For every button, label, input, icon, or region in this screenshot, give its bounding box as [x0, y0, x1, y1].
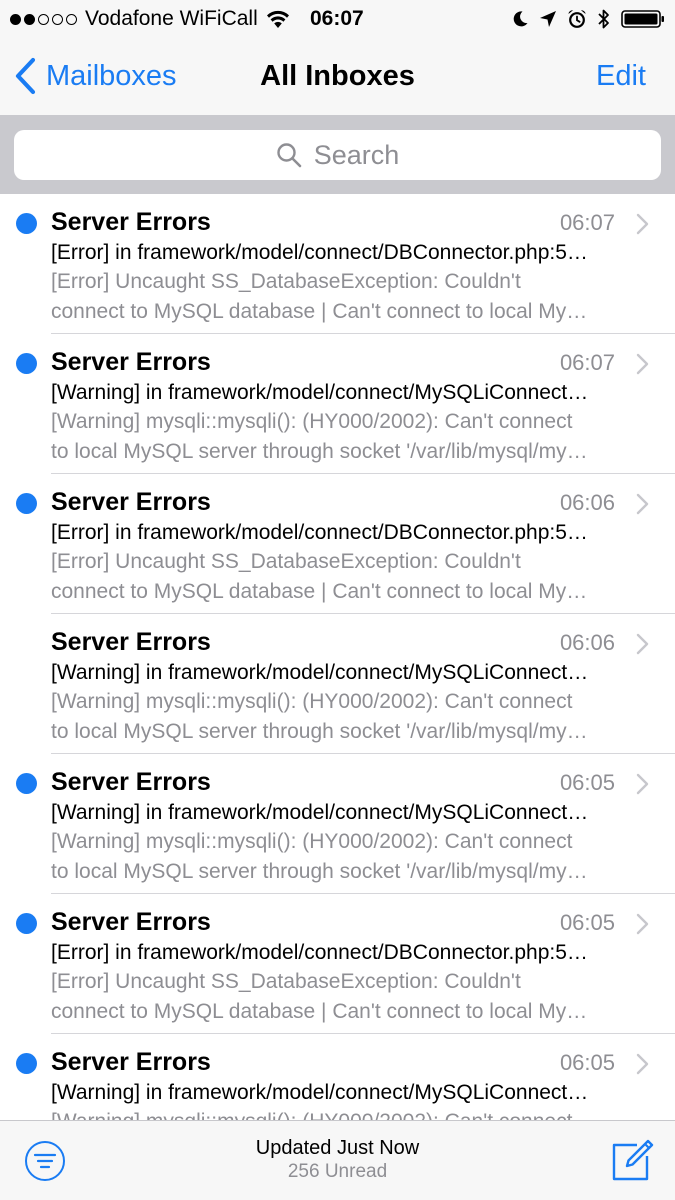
message-preview: [Warning] mysqli::mysqli(): (HY000/2002)… — [51, 407, 641, 467]
message-subject: [Error] in framework/model/connect/DBCon… — [51, 521, 588, 544]
message-time: 06:05 — [559, 770, 615, 795]
back-button-label: Mailboxes — [46, 59, 177, 92]
status-bar-left: Vodafone WiFiCall — [10, 5, 308, 33]
message-time: 06:07 — [559, 210, 615, 235]
message-time: 06:07 — [559, 350, 615, 375]
chevron-right-icon — [636, 213, 649, 235]
message-time: 06:05 — [559, 1050, 615, 1075]
message-preview: [Warning] mysqli::mysqli(): (HY000/2002)… — [51, 1107, 641, 1120]
search-input[interactable]: Search — [14, 130, 661, 180]
message-sender: Server Errors — [51, 908, 211, 936]
bottom-toolbar: Updated Just Now 256 Unread — [0, 1120, 675, 1200]
unread-dot-icon — [16, 493, 37, 514]
message-row[interactable]: Server Errors 06:06 [Error] in framework… — [0, 474, 675, 614]
message-sender: Server Errors — [51, 488, 211, 516]
message-preview: [Error] Uncaught SS_DatabaseException: C… — [51, 547, 641, 607]
mailbox-status: Updated Just Now 256 Unread — [0, 1136, 675, 1184]
unread-dot-icon — [16, 913, 37, 934]
updated-status: Updated Just Now — [255, 1137, 420, 1159]
message-sender: Server Errors — [51, 208, 211, 236]
message-preview-line: connect to MySQL database | Can't connec… — [51, 579, 588, 603]
chevron-right-icon — [636, 773, 649, 795]
message-preview-line: to local MySQL server through socket '/v… — [51, 719, 588, 743]
alarm-icon — [568, 10, 586, 28]
location-arrow-icon — [540, 11, 556, 27]
message-preview-line: [Error] Uncaught SS_DatabaseException: C… — [51, 270, 521, 293]
message-row[interactable]: Server Errors 06:07 [Warning] in framewo… — [0, 334, 675, 474]
message-preview-line: connect to MySQL database | Can't connec… — [51, 299, 588, 323]
chevron-left-icon — [15, 57, 36, 95]
message-preview-line: [Warning] mysqli::mysqli(): (HY000/2002)… — [51, 1107, 641, 1120]
message-time: 06:06 — [559, 490, 615, 515]
message-time: 06:05 — [559, 910, 615, 935]
chevron-right-icon — [636, 633, 649, 655]
message-row[interactable]: Server Errors 06:05 [Warning] in framewo… — [0, 754, 675, 894]
message-subject: [Warning] in framework/model/connect/MyS… — [51, 661, 589, 684]
message-subject: [Warning] in framework/model/connect/MyS… — [51, 1081, 589, 1104]
chevron-right-icon — [636, 353, 649, 375]
message-preview-line: [Error] Uncaught SS_DatabaseException: C… — [51, 550, 521, 573]
message-subject: [Error] in framework/model/connect/DBCon… — [51, 241, 588, 264]
message-preview: [Warning] mysqli::mysqli(): (HY000/2002)… — [51, 827, 641, 887]
unread-count: 256 Unread — [287, 1161, 388, 1182]
search-icon — [277, 143, 302, 168]
message-preview-line: [Warning] mysqli::mysqli(): (HY000/2002)… — [51, 830, 573, 853]
edit-button[interactable]: Edit — [596, 56, 646, 96]
message-preview-line: [Error] Uncaught SS_DatabaseException: C… — [51, 970, 521, 993]
signal-strength-icon — [10, 13, 77, 25]
message-preview-line: connect to MySQL database | Can't connec… — [51, 999, 588, 1023]
message-row[interactable]: Server Errors 06:06 [Warning] in framewo… — [0, 614, 675, 754]
moon-icon — [513, 11, 528, 27]
message-preview-line: [Warning] mysqli::mysqli(): (HY000/2002)… — [51, 410, 573, 433]
message-sender: Server Errors — [51, 348, 211, 376]
chevron-right-icon — [636, 493, 649, 515]
status-bar-right — [511, 5, 665, 33]
unread-dot-icon — [16, 353, 37, 374]
navigation-bar: Mailboxes All Inboxes Edit — [0, 38, 675, 115]
filter-button[interactable] — [24, 1140, 66, 1187]
unread-dot-icon — [16, 1053, 37, 1074]
message-preview: [Error] Uncaught SS_DatabaseException: C… — [51, 967, 641, 1027]
message-preview: [Error] Uncaught SS_DatabaseException: C… — [51, 267, 641, 327]
compose-button[interactable] — [611, 1136, 655, 1187]
unread-dot-icon — [16, 773, 37, 794]
message-row[interactable]: Server Errors 06:07 [Error] in framework… — [0, 194, 675, 334]
bluetooth-icon — [598, 9, 609, 29]
message-preview-line: to local MySQL server through socket '/v… — [51, 859, 588, 883]
message-list: Server Errors 06:07 [Error] in framework… — [0, 194, 675, 1120]
wifi-icon — [266, 10, 289, 28]
compose-icon — [612, 1139, 654, 1181]
carrier-name: Vodafone WiFiCall — [85, 7, 258, 30]
message-subject: [Error] in framework/model/connect/DBCon… — [51, 941, 588, 964]
status-bar-time: 06:07 — [310, 7, 364, 30]
message-row[interactable]: Server Errors 06:05 [Error] in framework… — [0, 894, 675, 1034]
chevron-right-icon — [636, 913, 649, 935]
filter-icon — [25, 1141, 65, 1181]
search-area: Search — [0, 115, 675, 194]
message-preview: [Warning] mysqli::mysqli(): (HY000/2002)… — [51, 687, 641, 747]
chevron-right-icon — [636, 1053, 649, 1075]
search-placeholder: Search — [313, 139, 400, 170]
back-to-mailboxes-button[interactable]: Mailboxes — [14, 56, 177, 96]
unread-dot-icon — [16, 213, 37, 234]
message-sender: Server Errors — [51, 1048, 211, 1076]
message-sender: Server Errors — [51, 628, 211, 656]
message-subject: [Warning] in framework/model/connect/MyS… — [51, 801, 589, 824]
message-preview-line: to local MySQL server through socket '/v… — [51, 439, 588, 463]
message-time: 06:06 — [559, 630, 615, 655]
message-subject: [Warning] in framework/model/connect/MyS… — [51, 381, 589, 404]
battery-icon — [621, 10, 664, 28]
message-preview-line: [Warning] mysqli::mysqli(): (HY000/2002)… — [51, 690, 573, 713]
message-row[interactable]: Server Errors 06:05 [Warning] in framewo… — [0, 1034, 675, 1120]
message-sender: Server Errors — [51, 768, 211, 796]
status-bar: Vodafone WiFiCall 06:07 — [0, 0, 675, 38]
